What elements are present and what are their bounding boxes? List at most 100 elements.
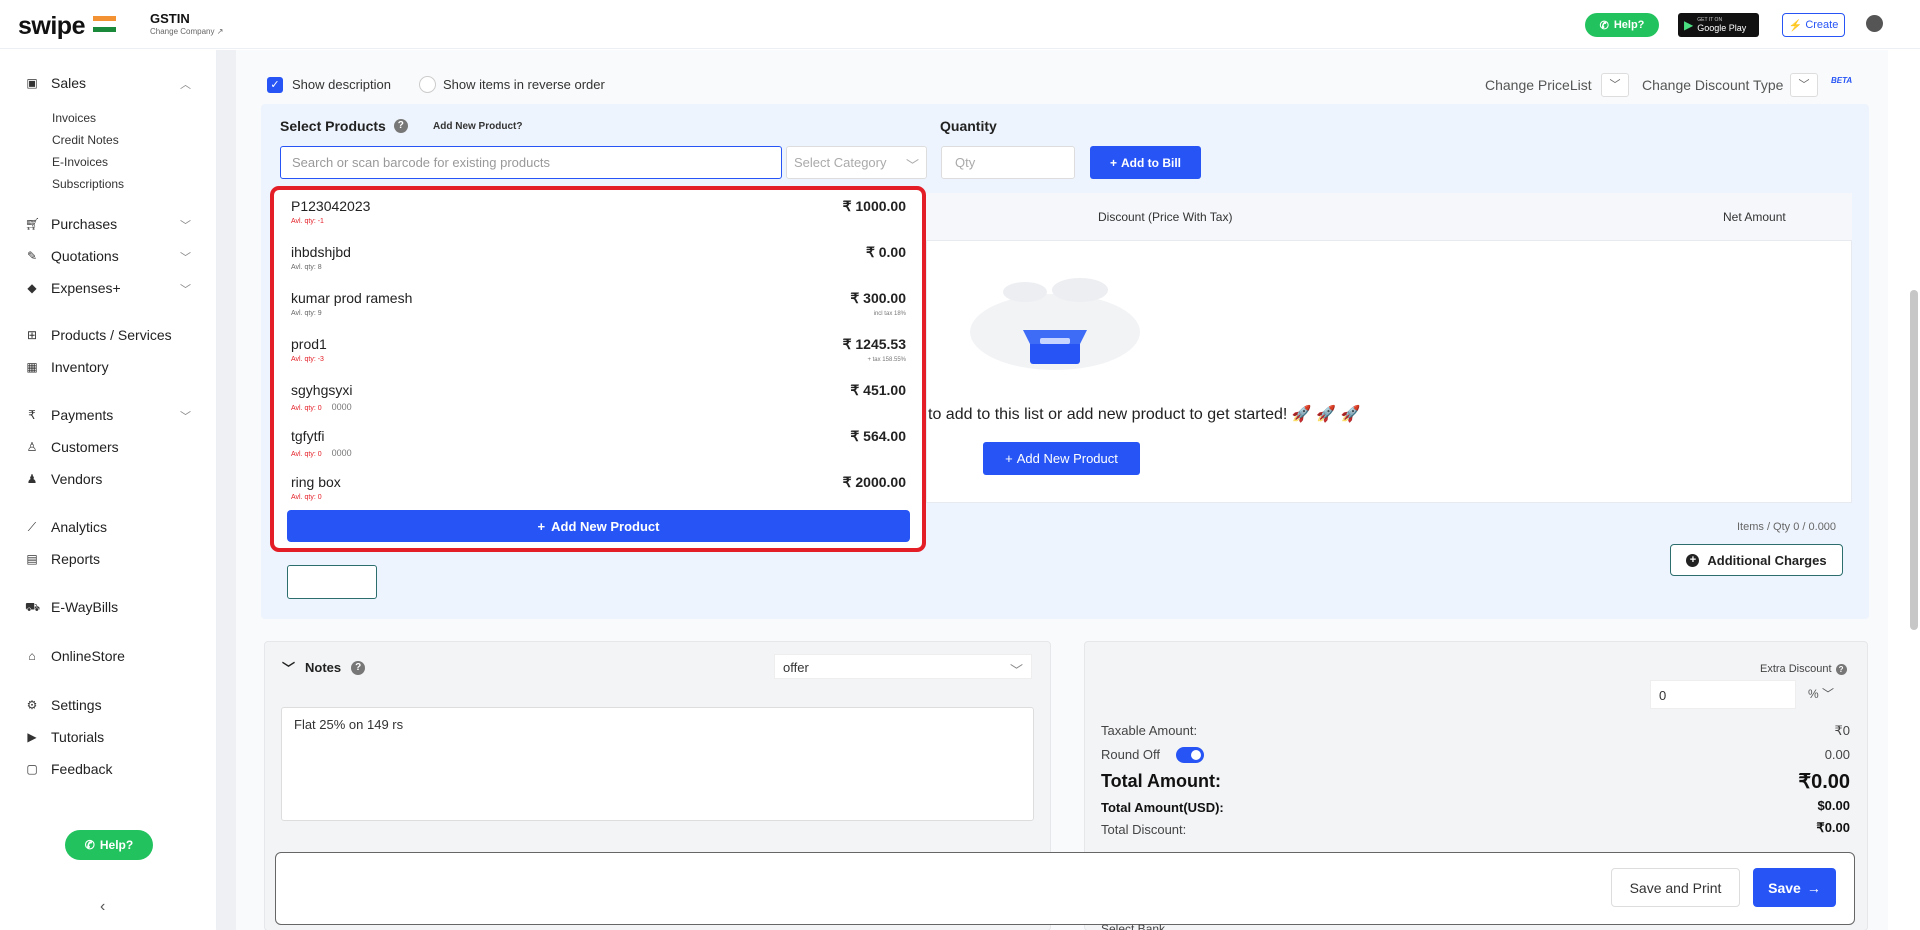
chart-line-icon: ⟋: [27, 520, 37, 534]
warehouse-icon: ▦: [26, 360, 38, 374]
report-icon: ▤: [26, 552, 38, 566]
round-off-toggle[interactable]: [1176, 747, 1204, 763]
play-icon: ▶: [1684, 18, 1694, 32]
whatsapp-icon: ✆: [84, 838, 95, 852]
chevron-down-icon: ﹀: [282, 661, 296, 676]
quantity-input[interactable]: Qty: [941, 146, 1075, 179]
cash-icon: ▣: [26, 76, 38, 90]
chevron-up-icon[interactable]: ︿: [180, 76, 191, 92]
sidebar-subitem-credit-notes[interactable]: Credit Notes: [52, 133, 119, 147]
show-description-checkbox[interactable]: ✓: [267, 77, 283, 93]
chevron-down-icon[interactable]: ﹀: [180, 249, 191, 265]
lightning-icon: ⚡: [1788, 19, 1803, 32]
sidebar-subitem-invoices[interactable]: Invoices: [52, 111, 96, 125]
additional-charges-button[interactable]: + Additional Charges: [1670, 544, 1843, 576]
chevron-down-icon: ﹀: [1009, 663, 1023, 678]
taxable-amount-label: Taxable Amount:: [1101, 723, 1198, 738]
help-button[interactable]: ✆ Help?: [1585, 13, 1659, 37]
items-table-header: [926, 193, 1852, 241]
sidebar-item-reports[interactable]: ▤ Reports: [25, 551, 100, 567]
total-discount-label: Total Discount:: [1101, 822, 1187, 837]
product-option[interactable]: ring box Avl. qty: 0 ₹ 2000.00: [274, 466, 922, 512]
total-usd-label: Total Amount(USD):: [1101, 800, 1224, 815]
collapse-sidebar-icon[interactable]: ‹: [100, 898, 105, 916]
sidebar-subitem-subscriptions[interactable]: Subscriptions: [52, 177, 124, 191]
column-net-amount: Net Amount: [1723, 210, 1786, 224]
empty-box-illustration: [970, 278, 1140, 370]
create-button[interactable]: ⚡ Create: [1782, 13, 1845, 37]
product-search-input[interactable]: Search or scan barcode for existing prod…: [280, 146, 782, 179]
column-discount: Discount (Price With Tax): [1098, 210, 1233, 224]
product-option[interactable]: sgyhgsyxi Avl. qty: 0 0000 ₹ 451.00: [274, 374, 922, 420]
product-option[interactable]: P123042023 Avl. qty: -1 ₹ 1000.00: [274, 190, 922, 236]
extra-discount-input[interactable]: 0: [1650, 680, 1796, 709]
change-pricelist-label: Change PriceList: [1485, 77, 1592, 93]
sidebar-item-ewaybills[interactable]: ⛟ E-WayBills: [25, 599, 118, 615]
gear-icon: ⚙: [26, 698, 38, 712]
sidebar-item-purchases[interactable]: 🛒︎ Purchases: [25, 216, 117, 232]
change-discount-type-dropdown[interactable]: ﹀: [1790, 73, 1818, 97]
change-discount-type-label: Change Discount Type: [1642, 77, 1784, 93]
add-new-product-button[interactable]: + Add New Product: [983, 442, 1140, 475]
save-and-print-button[interactable]: Save and Print: [1611, 868, 1740, 907]
sidebar-item-products[interactable]: ⊞ Products / Services: [25, 327, 172, 343]
add-new-product-link[interactable]: Add New Product?: [433, 121, 522, 132]
round-off-label: Round Off: [1101, 747, 1161, 762]
total-discount-value: ₹0.00: [1816, 820, 1850, 835]
sidebar-item-sales[interactable]: ▣ Sales: [25, 75, 86, 91]
help-circle-icon[interactable]: ?: [393, 119, 408, 133]
message-icon: ▢: [26, 762, 38, 776]
sidebar-item-settings[interactable]: ⚙ Settings: [25, 697, 102, 713]
select-category-dropdown[interactable]: Select Category ﹀: [786, 146, 927, 179]
sidebar-item-inventory[interactable]: ▦ Inventory: [25, 359, 108, 375]
sidebar-item-expenses[interactable]: ◆ Expenses+: [25, 280, 120, 296]
sidebar-gutter: [217, 50, 236, 930]
rupee-icon: ₹: [28, 408, 36, 422]
scrollbar[interactable]: [1910, 290, 1918, 630]
small-input-field[interactable]: [287, 565, 377, 599]
discount-unit-dropdown[interactable]: % ﹀: [1808, 685, 1834, 702]
google-play-badge[interactable]: ▶ GET IT ON Google Play: [1678, 13, 1759, 37]
product-option[interactable]: kumar prod ramesh Avl. qty: 9 ₹ 300.00 i…: [274, 282, 922, 328]
select-products-title: Select Products?: [280, 118, 408, 134]
tag-icon: ◆: [27, 281, 37, 295]
sidebar-item-payments[interactable]: ₹ Payments: [25, 407, 113, 423]
arrow-right-icon: →: [1806, 879, 1821, 896]
reverse-order-toggle[interactable]: [419, 76, 436, 93]
barcode-icon: ⊞: [26, 328, 38, 342]
product-option[interactable]: ihbdshjbd Avl. qty: 8 ₹ 0.00: [274, 236, 922, 282]
sidebar-item-tutorials[interactable]: ▶ Tutorials: [25, 729, 104, 745]
sidebar-item-quotations[interactable]: ✎ Quotations: [25, 248, 119, 264]
sidebar: ▣ Sales ︿ Invoices Credit Notes E-Invoice…: [0, 50, 217, 930]
plus-circle-icon: +: [1686, 553, 1700, 567]
plus-icon: +: [1005, 451, 1013, 466]
add-to-bill-button[interactable]: + Add to Bill: [1090, 146, 1201, 179]
notes-template-select[interactable]: offer ﹀: [774, 654, 1032, 679]
notes-header[interactable]: ﹀ Notes?: [282, 658, 366, 677]
user-avatar-icon[interactable]: [1866, 15, 1883, 32]
change-pricelist-dropdown[interactable]: ﹀: [1601, 73, 1629, 97]
chevron-down-icon[interactable]: ﹀: [180, 408, 191, 424]
items-qty-summary: Items / Qty 0 / 0.000: [1737, 521, 1837, 533]
sidebar-item-onlinestore[interactable]: ⌂ OnlineStore: [25, 648, 125, 664]
sidebar-item-customers[interactable]: ♙ Customers: [25, 439, 119, 455]
sidebar-item-vendors[interactable]: ♟ Vendors: [25, 471, 103, 487]
swipe-logo[interactable]: swipe: [18, 12, 85, 41]
beta-badge: BETA: [1831, 76, 1853, 85]
sidebar-subitem-e-invoices[interactable]: E-Invoices: [52, 155, 108, 169]
sidebar-help-button[interactable]: ✆ Help?: [65, 830, 153, 860]
cart-icon: 🛒︎: [25, 217, 41, 231]
users-icon: ♟: [26, 472, 38, 486]
chevron-down-icon[interactable]: ﹀: [180, 281, 191, 297]
help-circle-icon[interactable]: ?: [351, 660, 366, 675]
product-option[interactable]: prod1 Avl. qty: -3 ₹ 1245.53 + tax 158.5…: [274, 328, 922, 374]
dropdown-add-new-product-button[interactable]: + Add New Product: [287, 510, 910, 542]
help-circle-icon[interactable]: ?: [1835, 663, 1847, 675]
save-button[interactable]: Save →: [1753, 868, 1836, 907]
product-option[interactable]: tgfytfi Avl. qty: 0 0000 ₹ 564.00: [274, 420, 922, 466]
sidebar-item-analytics[interactable]: ⟋ Analytics: [25, 519, 107, 535]
change-company-link[interactable]: Change Company ↗: [150, 27, 223, 36]
chevron-down-icon[interactable]: ﹀: [180, 217, 191, 233]
notes-textarea[interactable]: Flat 25% on 149 rs: [281, 707, 1034, 821]
sidebar-item-feedback[interactable]: ▢ Feedback: [25, 761, 112, 777]
